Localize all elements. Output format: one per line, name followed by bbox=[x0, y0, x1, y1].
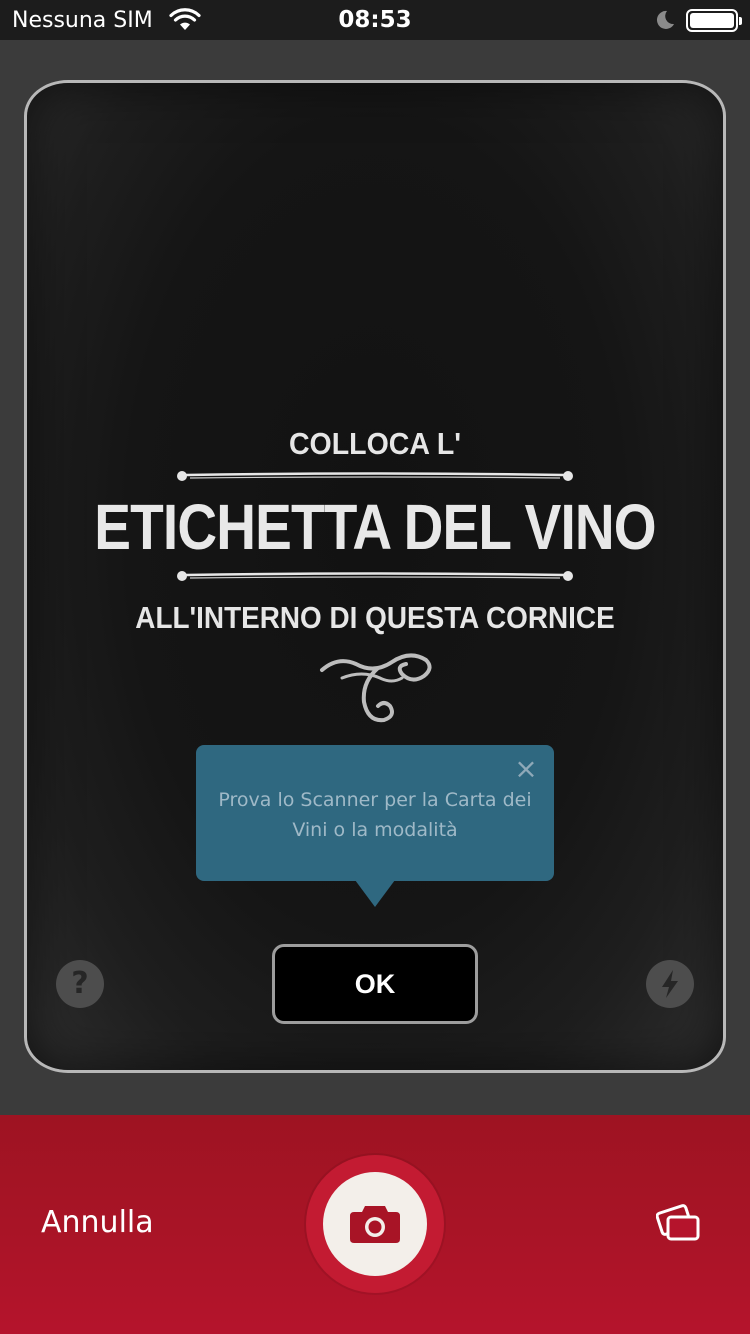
status-bar: Nessuna SIM 08:53 bbox=[0, 0, 750, 40]
flourish-ornament bbox=[320, 653, 432, 723]
help-button[interactable]: ? bbox=[56, 960, 104, 1008]
camera-viewfinder: COLLOCA L' ETICHETTA DEL VINO ALL'INTERN… bbox=[0, 40, 750, 1115]
tip-arrow bbox=[355, 880, 395, 907]
close-icon[interactable]: × bbox=[514, 755, 538, 783]
divider-ornament-bottom bbox=[177, 571, 573, 581]
wine-list-cards-icon[interactable] bbox=[656, 1203, 702, 1243]
bottom-toolbar: Annulla bbox=[0, 1115, 750, 1334]
instruction-heading-bottom: ALL'INTERNO DI QUESTA CORNICE bbox=[135, 600, 615, 635]
tip-popover: × Prova lo Scanner per la Carta dei Vini… bbox=[196, 745, 554, 907]
tip-text: Prova lo Scanner per la Carta dei Vini o… bbox=[218, 789, 532, 841]
flash-icon bbox=[662, 970, 678, 998]
flash-button[interactable] bbox=[646, 960, 694, 1008]
do-not-disturb-icon bbox=[656, 10, 674, 29]
instruction-heading-top: COLLOCA L' bbox=[288, 426, 462, 461]
ok-button[interactable]: OK bbox=[272, 944, 478, 1024]
divider-ornament-top bbox=[177, 471, 573, 481]
shutter-inner bbox=[323, 1172, 427, 1276]
battery-fill bbox=[690, 13, 734, 28]
camera-icon bbox=[350, 1206, 400, 1243]
instruction-heading-main: ETICHETTA DEL VINO bbox=[94, 491, 656, 563]
status-time: 08:53 bbox=[338, 7, 412, 33]
question-icon: ? bbox=[71, 966, 89, 1001]
battery-icon bbox=[686, 9, 742, 32]
shutter-button[interactable] bbox=[306, 1155, 444, 1293]
cancel-button[interactable]: Annulla bbox=[41, 1205, 154, 1240]
